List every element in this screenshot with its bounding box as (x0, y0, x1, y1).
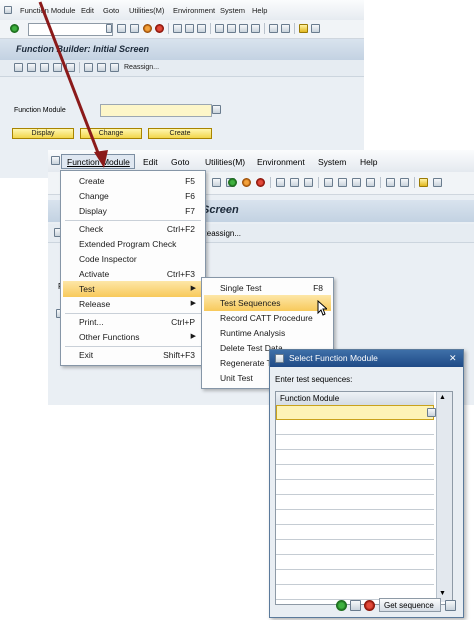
annotation-arrow (38, 1, 108, 168)
